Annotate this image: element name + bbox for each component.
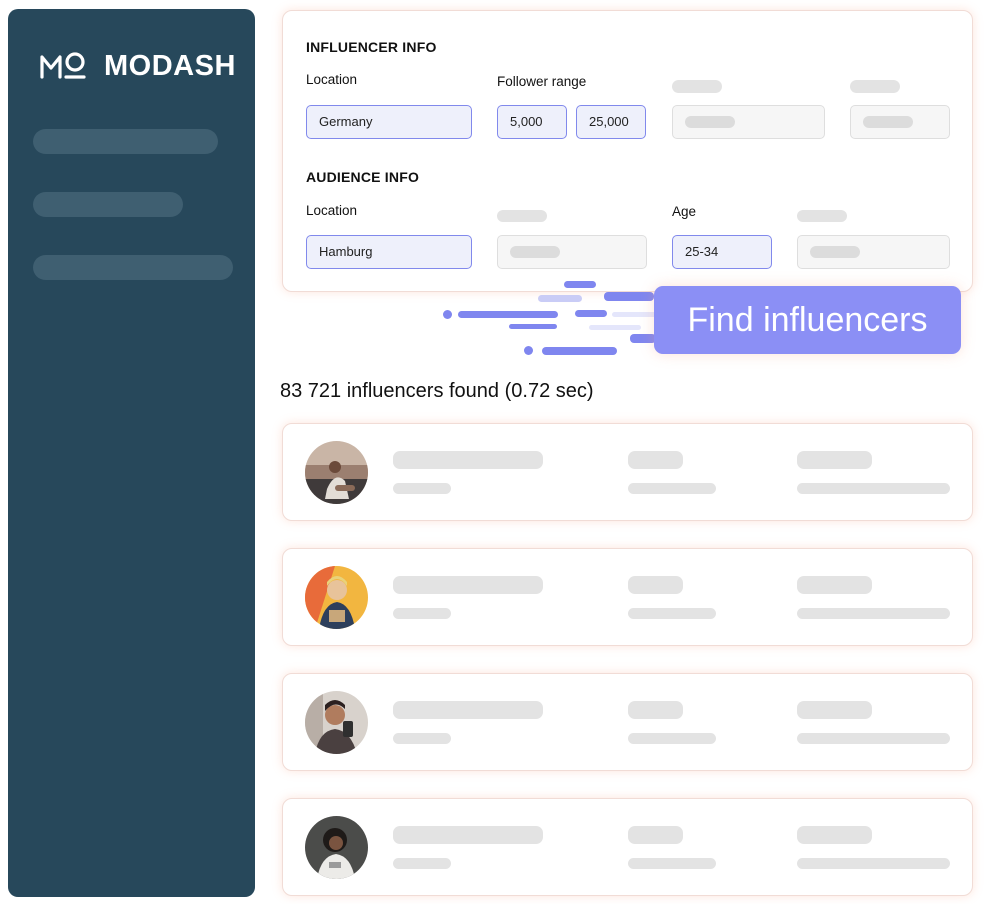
handle-placeholder	[393, 483, 451, 494]
handle-placeholder	[393, 858, 451, 869]
speed-line	[509, 324, 557, 329]
input-value-placeholder	[863, 116, 913, 128]
audience-info-title: AUDIENCE INFO	[306, 169, 420, 185]
sidebar-item-placeholder[interactable]	[33, 129, 218, 154]
filter-label-placeholder	[850, 80, 900, 93]
handle-placeholder	[393, 608, 451, 619]
influencer-avatar[interactable]	[305, 566, 368, 629]
beach-portrait-image	[305, 441, 368, 504]
speed-line	[604, 292, 654, 301]
filter-label-placeholder	[497, 210, 547, 222]
follower-range-label: Follower range	[497, 74, 587, 89]
speed-dot	[443, 310, 452, 319]
name-placeholder	[393, 576, 543, 594]
influencer-location-input[interactable]: Germany	[306, 105, 472, 139]
stat-label-placeholder	[797, 608, 950, 619]
stat-label-placeholder	[628, 608, 716, 619]
name-placeholder	[393, 701, 543, 719]
sidebar: MODASH	[8, 9, 255, 897]
stat-placeholder	[628, 576, 683, 594]
stat-placeholder	[628, 451, 683, 469]
influencer-avatar[interactable]	[305, 816, 368, 879]
filter-input-placeholder[interactable]	[850, 105, 950, 139]
results-summary: 83 721 influencers found (0.72 sec)	[280, 380, 594, 402]
audience-location-label: Location	[306, 203, 358, 218]
stat-placeholder	[628, 701, 683, 719]
speed-line	[575, 310, 607, 317]
find-influencers-button[interactable]: Find influencers	[654, 286, 961, 354]
speed-line	[612, 312, 658, 317]
follower-max-input[interactable]: 25,000	[576, 105, 646, 139]
stat-placeholder	[797, 576, 872, 594]
stat-placeholder	[797, 701, 872, 719]
selfie-portrait-image	[305, 691, 368, 754]
follower-min-input[interactable]: 5,000	[497, 105, 567, 139]
handle-placeholder	[393, 733, 451, 744]
speed-line	[458, 311, 558, 318]
input-value-placeholder	[810, 246, 860, 258]
influencer-result-row[interactable]	[282, 423, 973, 521]
filter-label-placeholder	[797, 210, 847, 222]
speed-dot	[524, 346, 533, 355]
influencer-result-row[interactable]	[282, 798, 973, 896]
filter-input-placeholder[interactable]	[497, 235, 647, 269]
name-placeholder	[393, 826, 543, 844]
brand-logo[interactable]: MODASH	[40, 49, 236, 83]
stat-placeholder	[797, 826, 872, 844]
stat-label-placeholder	[628, 483, 716, 494]
audience-location-input[interactable]: Hamburg	[306, 235, 472, 269]
speed-line	[542, 347, 617, 355]
influencer-avatar[interactable]	[305, 441, 368, 504]
stat-label-placeholder	[797, 733, 950, 744]
search-filters-card: INFLUENCER INFO Location Germany Followe…	[282, 10, 973, 292]
sidebar-item-placeholder[interactable]	[33, 192, 183, 217]
stat-placeholder	[628, 826, 683, 844]
speed-line	[538, 295, 582, 302]
stat-placeholder	[797, 451, 872, 469]
filter-label-placeholder	[672, 80, 722, 93]
modash-logo-icon	[40, 52, 86, 79]
influencer-result-row[interactable]	[282, 548, 973, 646]
influencer-location-label: Location	[306, 72, 358, 87]
age-input[interactable]: 25-34	[672, 235, 772, 269]
influencer-info-title: INFLUENCER INFO	[306, 39, 437, 55]
speed-line	[564, 281, 596, 288]
stat-label-placeholder	[797, 858, 950, 869]
brand-name: MODASH	[104, 49, 236, 82]
influencer-result-row[interactable]	[282, 673, 973, 771]
input-value-placeholder	[685, 116, 735, 128]
speed-line	[630, 334, 656, 343]
filter-input-placeholder[interactable]	[672, 105, 825, 139]
stat-label-placeholder	[797, 483, 950, 494]
name-placeholder	[393, 451, 543, 469]
filter-input-placeholder[interactable]	[797, 235, 950, 269]
speed-line	[589, 325, 641, 330]
age-label: Age	[672, 204, 697, 219]
sidebar-item-placeholder[interactable]	[33, 255, 233, 280]
stat-label-placeholder	[628, 858, 716, 869]
influencer-avatar[interactable]	[305, 691, 368, 754]
stat-label-placeholder	[628, 733, 716, 744]
input-value-placeholder	[510, 246, 560, 258]
dark-background-portrait-image	[305, 816, 368, 879]
yellow-background-portrait-image	[305, 566, 368, 629]
